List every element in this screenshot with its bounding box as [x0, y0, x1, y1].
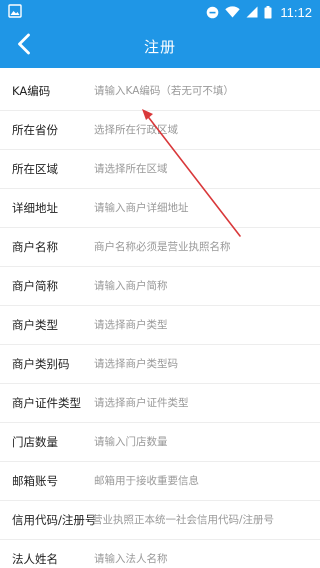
app-header: 注册 — [0, 24, 320, 68]
circle-notification-icon — [206, 6, 219, 19]
merchant-type-select[interactable] — [94, 306, 320, 344]
form-row-province: 所在省份 — [0, 111, 320, 150]
page-title: 注册 — [143, 37, 176, 56]
status-bar: 11:12 — [0, 0, 320, 24]
form-row-credit-code: 信用代码/注册号 — [0, 501, 320, 540]
merchant-name-input[interactable] — [94, 228, 320, 266]
credit-code-label: 信用代码/注册号 — [12, 513, 97, 527]
province-label: 所在省份 — [12, 123, 58, 137]
ka-code-label: KA编码 — [12, 84, 51, 98]
chevron-left-icon — [16, 33, 32, 59]
form-row-region: 所在区域 — [0, 150, 320, 189]
status-time: 11:12 — [280, 4, 312, 20]
form-row-merchant-type: 商户类型 — [0, 306, 320, 345]
image-notification-icon — [8, 3, 22, 21]
legal-person-name-label: 法人姓名 — [12, 552, 58, 566]
merchant-short-name-label: 商户简称 — [12, 279, 58, 293]
certificate-type-label: 商户证件类型 — [12, 396, 81, 410]
certificate-type-select[interactable] — [94, 384, 320, 422]
form-row-email: 邮箱账号 — [0, 462, 320, 501]
address-input[interactable] — [94, 189, 320, 227]
form-row-address: 详细地址 — [0, 189, 320, 228]
address-label: 详细地址 — [12, 201, 58, 215]
form-row-store-count: 门店数量 — [0, 423, 320, 462]
ka-code-input[interactable] — [94, 72, 320, 110]
form-row-merchant-category-code: 商户类别码 — [0, 345, 320, 384]
battery-icon — [264, 5, 272, 19]
province-select[interactable] — [94, 111, 320, 149]
back-button[interactable] — [6, 24, 42, 68]
region-label: 所在区域 — [12, 162, 58, 176]
form-row-merchant-short-name: 商户简称 — [0, 267, 320, 306]
merchant-type-label: 商户类型 — [12, 318, 58, 332]
legal-person-name-input[interactable] — [94, 540, 320, 568]
merchant-short-name-input[interactable] — [94, 267, 320, 305]
region-select[interactable] — [94, 150, 320, 188]
email-input[interactable] — [94, 462, 320, 500]
wifi-icon — [225, 6, 241, 18]
form-row-certificate-type: 商户证件类型 — [0, 384, 320, 423]
form-row-ka-code: KA编码 — [0, 72, 320, 111]
merchant-name-label: 商户名称 — [12, 240, 58, 254]
cell-signal-icon — [246, 6, 258, 18]
merchant-category-code-select[interactable] — [94, 345, 320, 383]
store-count-input[interactable] — [94, 423, 320, 461]
merchant-category-code-label: 商户类别码 — [12, 357, 70, 371]
registration-form: KA编码 所在省份 所在区域 详细地址 商户名称 商户简称 商户类型 商户类别码… — [0, 72, 320, 568]
email-label: 邮箱账号 — [12, 474, 58, 488]
form-row-legal-person-name: 法人姓名 — [0, 540, 320, 568]
store-count-label: 门店数量 — [12, 435, 58, 449]
form-row-merchant-name: 商户名称 — [0, 228, 320, 267]
credit-code-input[interactable] — [92, 501, 320, 539]
